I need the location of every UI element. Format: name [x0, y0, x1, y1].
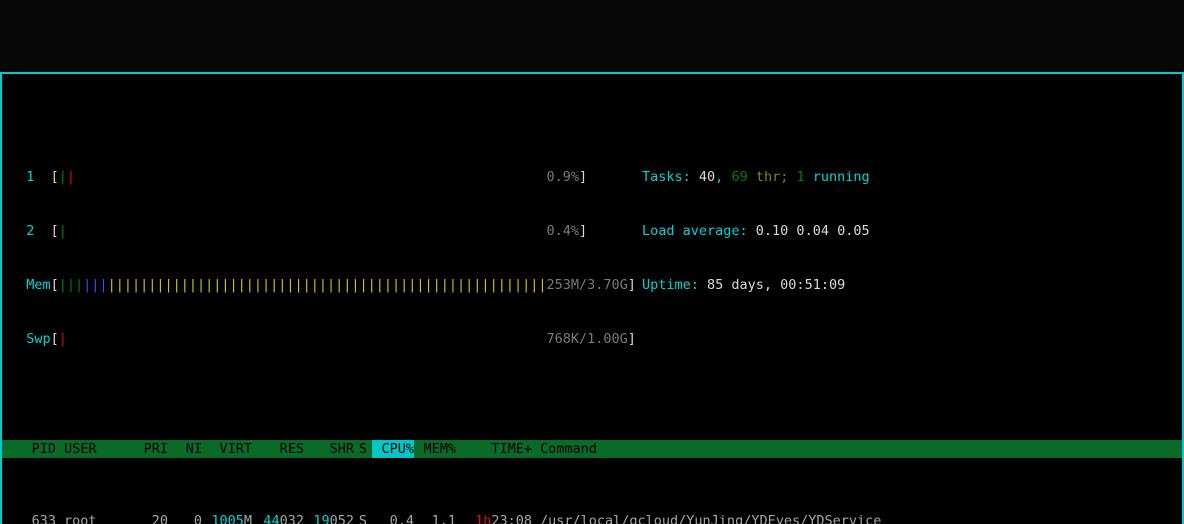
cell-time: 1h23:08: [456, 512, 532, 524]
tasks-line: Tasks: 40, 69 thr; 1 running: [642, 168, 1174, 186]
header-pri[interactable]: PRI: [128, 440, 168, 458]
header-mem[interactable]: MEM%: [414, 440, 456, 458]
header-user[interactable]: USER: [56, 440, 128, 458]
cpu-meter-1: 1 [|| 0.9%]: [10, 168, 614, 186]
cell-command: /usr/local/qcloud/YunJing/YDEyes/YDServi…: [532, 512, 1182, 524]
meters-panel: 1 [|| 0.9%] 2 [| 0.4%] Mem[|||||||||||||…: [10, 132, 614, 384]
cell-mem: 1.1: [414, 512, 456, 524]
swap-meter: Swp[| 768K/1.00G]: [10, 330, 614, 348]
cell-virt: 1005M: [202, 512, 252, 524]
system-stats: Tasks: 40, 69 thr; 1 running Load averag…: [614, 132, 1174, 384]
htop-screen: 1 [|| 0.9%] 2 [| 0.4%] Mem[|||||||||||||…: [0, 72, 1184, 524]
header-ni[interactable]: NI: [168, 440, 202, 458]
process-list[interactable]: 633root2001005M4403219052S0.41.11h23:08/…: [2, 512, 1182, 524]
table-header[interactable]: PIDUSERPRINIVIRTRESSHRSCPU%MEM%TIME+Comm…: [2, 440, 1182, 458]
cell-user: root: [56, 512, 128, 524]
header-pid[interactable]: PID: [10, 440, 56, 458]
header-time[interactable]: TIME+: [456, 440, 532, 458]
cell-cpu: 0.4: [372, 512, 414, 524]
cpu-meter-2: 2 [| 0.4%]: [10, 222, 614, 240]
mem-meter: Mem[||||||||||||||||||||||||||||||||||||…: [10, 276, 614, 294]
summary-panel: 1 [|| 0.9%] 2 [| 0.4%] Mem[|||||||||||||…: [2, 128, 1182, 386]
load-line: Load average: 0.10 0.04 0.05: [642, 222, 1174, 240]
header-command[interactable]: Command: [532, 440, 1182, 458]
header-cpu[interactable]: CPU%: [372, 440, 414, 458]
header-shr[interactable]: SHR: [304, 440, 354, 458]
cell-ni: 0: [168, 512, 202, 524]
header-res[interactable]: RES: [252, 440, 304, 458]
cell-state: S: [354, 512, 372, 524]
header-s[interactable]: S: [354, 440, 372, 458]
uptime-line: Uptime: 85 days, 00:51:09: [642, 276, 1174, 294]
cell-shr: 19052: [304, 512, 354, 524]
cell-pid: 633: [10, 512, 56, 524]
table-row[interactable]: 633root2001005M4403219052S0.41.11h23:08/…: [2, 512, 1182, 524]
cell-res: 44032: [252, 512, 304, 524]
cell-pri: 20: [128, 512, 168, 524]
header-virt[interactable]: VIRT: [202, 440, 252, 458]
